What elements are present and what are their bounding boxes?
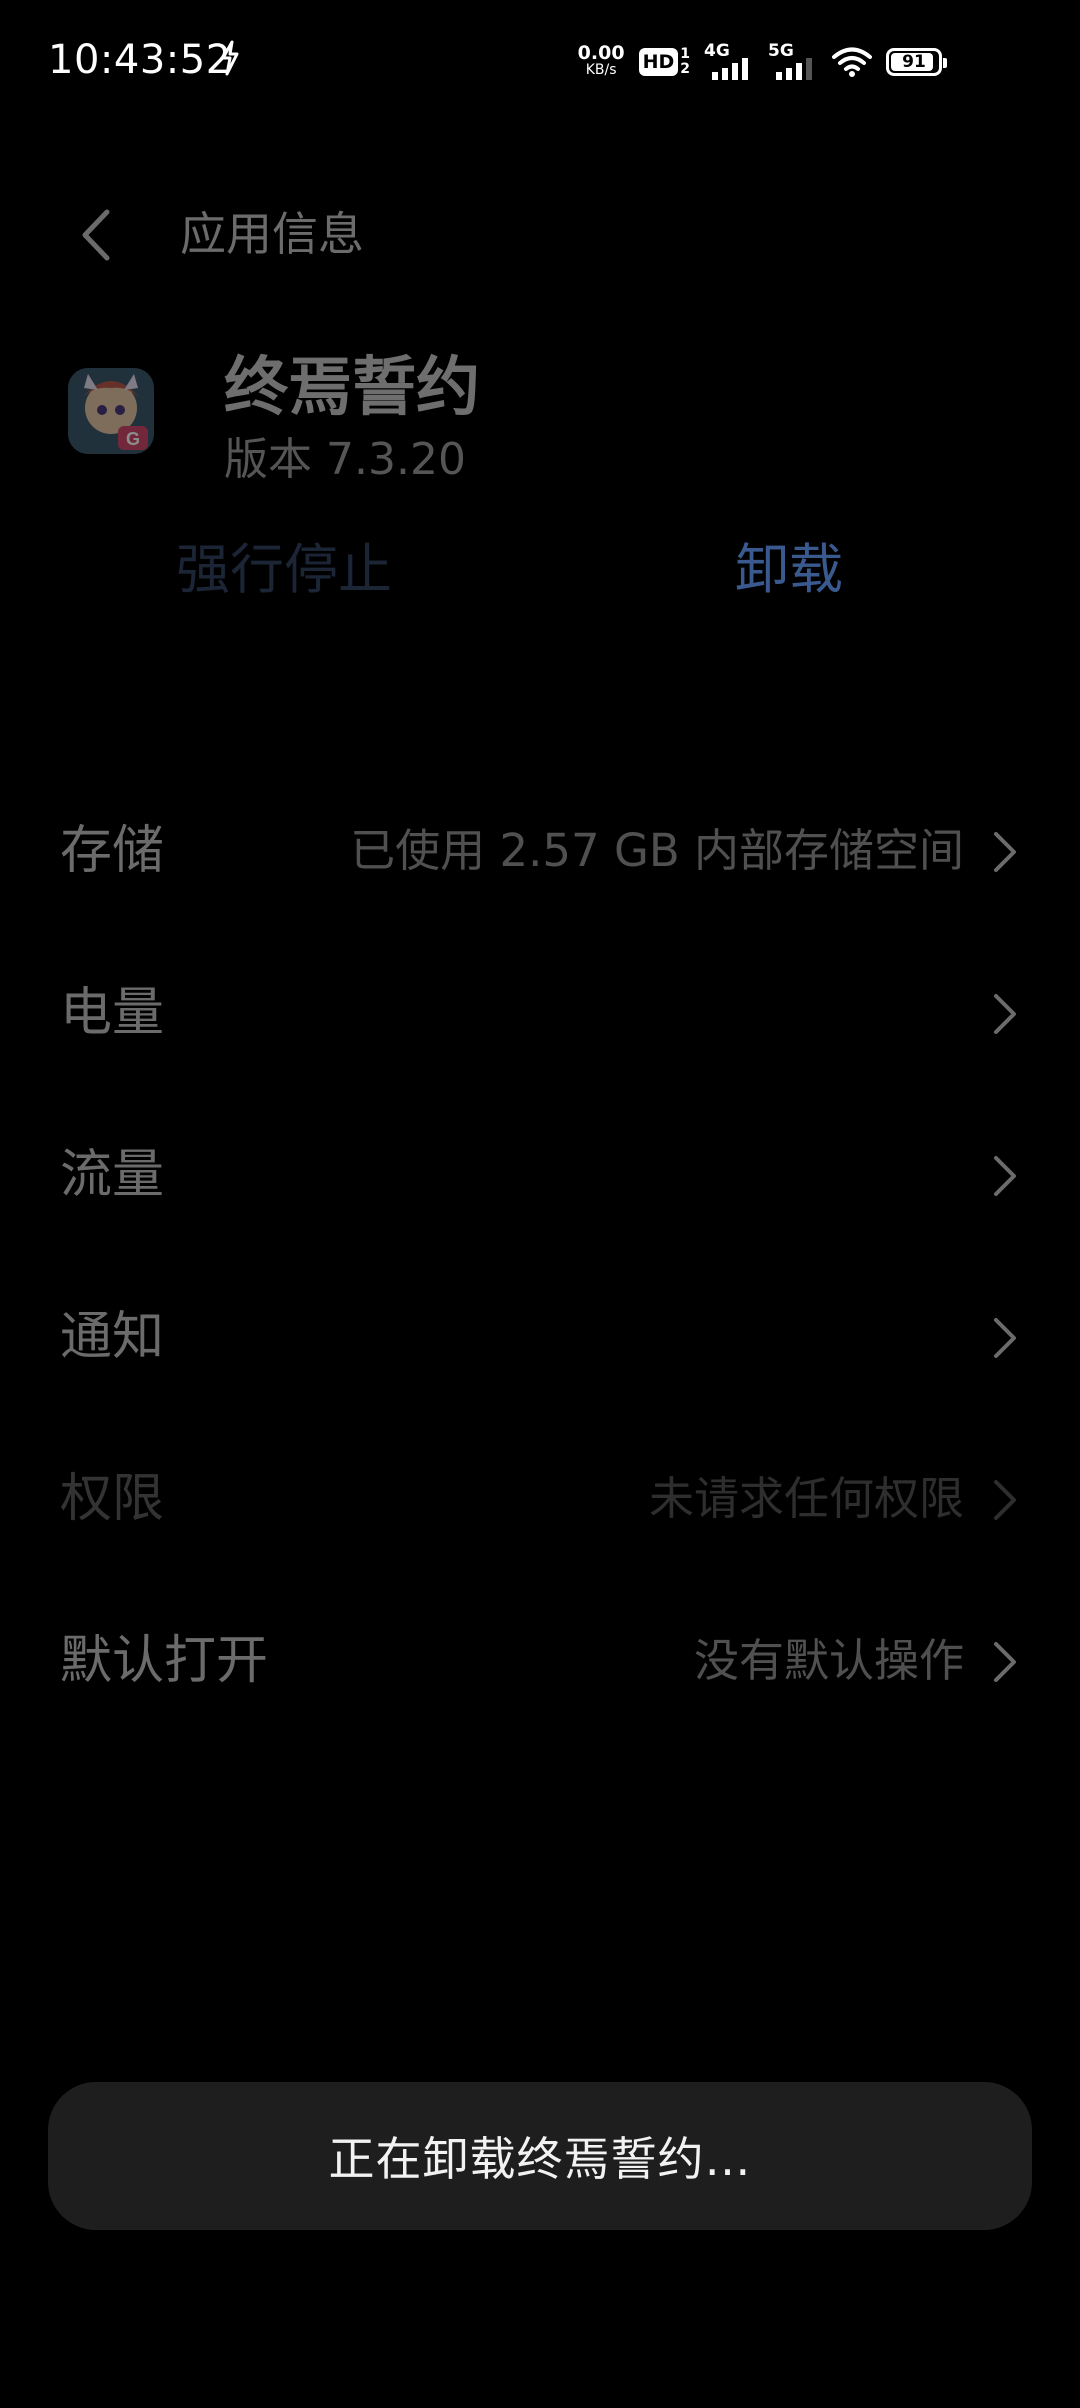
row-label: 存储 — [60, 821, 165, 881]
settings-row-permissions: 权限 未请求任何权限 — [0, 1418, 1080, 1580]
settings-row-storage[interactable]: 存储 已使用 2.57 GB 内部存储空间 — [0, 770, 1080, 932]
chevron-right-icon — [994, 1318, 1016, 1358]
hd-sim1: 1 — [680, 46, 690, 62]
battery-level: 91 — [902, 52, 926, 72]
signal-5g-icon: 5G — [768, 42, 818, 82]
row-value: 未请求任何权限 — [648, 1472, 964, 1525]
page-title: 应用信息 — [180, 207, 364, 261]
chevron-right-icon — [994, 832, 1016, 872]
settings-row-open-by-default[interactable]: 默认打开 没有默认操作 — [0, 1580, 1080, 1742]
app-icon: G — [68, 368, 154, 454]
svg-text:G: G — [126, 429, 140, 449]
chevron-right-icon — [994, 1480, 1016, 1520]
header: 应用信息 — [0, 180, 1080, 280]
toast-text: 正在卸载终焉誓约… — [328, 2132, 752, 2186]
chevron-right-icon — [994, 1156, 1016, 1196]
back-button[interactable] — [60, 200, 130, 270]
signal-4g-icon: 4G — [704, 42, 754, 82]
app-info-page: 应用信息 G 终焉誓约 版本 7.3.20 强行停止 卸载 存储 已使用 2.5… — [0, 120, 1080, 2408]
app-actions: 强行停止 卸载 — [0, 530, 1080, 620]
force-stop-button[interactable]: 强行停止 — [176, 530, 392, 610]
status-time: 10:43:52 — [48, 37, 232, 83]
row-label: 默认打开 — [60, 1631, 269, 1691]
network-speed-unit: KB/s — [585, 62, 617, 78]
settings-row-battery[interactable]: 电量 — [0, 932, 1080, 1094]
status-indicators: 0.00 KB/s HD 1 2 4G 5G 91 — [577, 40, 947, 84]
chevron-left-icon — [82, 209, 110, 261]
network-speed-value: 0.00 — [577, 42, 625, 64]
battery-icon: 91 — [886, 48, 947, 76]
status-bar: 10:43:52 0.00 KB/s HD 1 2 4G 5G 91 — [0, 0, 1080, 120]
row-label: 电量 — [60, 983, 165, 1043]
uninstall-progress-toast: 正在卸载终焉誓约… — [48, 2082, 1032, 2230]
hd-label: HD — [638, 48, 679, 76]
network-speed: 0.00 KB/s — [577, 42, 625, 79]
hd-voice-icon: HD 1 2 — [638, 46, 690, 77]
hd-sim2: 2 — [680, 61, 690, 77]
chevron-right-icon — [994, 1642, 1016, 1682]
chevron-right-icon — [994, 994, 1016, 1034]
row-value: 已使用 2.57 GB 内部存储空间 — [350, 824, 964, 877]
settings-row-notifications[interactable]: 通知 — [0, 1256, 1080, 1418]
settings-row-data-usage[interactable]: 流量 — [0, 1094, 1080, 1256]
app-name: 终焉誓约 — [224, 351, 480, 425]
row-label: 流量 — [60, 1145, 165, 1205]
wifi-icon — [832, 47, 872, 77]
row-value: 没有默认操作 — [693, 1634, 964, 1687]
app-version: 版本 7.3.20 — [224, 434, 466, 485]
row-label: 权限 — [60, 1469, 165, 1529]
row-label: 通知 — [60, 1307, 165, 1367]
charging-bolt-icon — [221, 40, 239, 76]
uninstall-button[interactable]: 卸载 — [735, 530, 843, 610]
settings-list: 存储 已使用 2.57 GB 内部存储空间 电量 流量 通知 权限 未请求任何权… — [0, 770, 1080, 1742]
